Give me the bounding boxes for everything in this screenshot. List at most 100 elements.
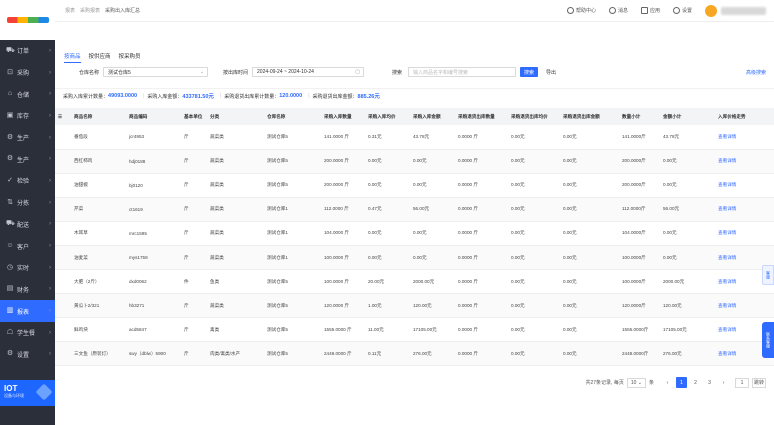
table-cell: 0.00元: [563, 350, 577, 356]
page-button[interactable]: 3: [704, 377, 715, 388]
page-size-select[interactable]: 10 ⌄: [626, 377, 646, 388]
page-button[interactable]: 2: [690, 377, 701, 388]
clock-icon: ◷: [6, 263, 14, 271]
next-page-button[interactable]: ›: [718, 377, 729, 388]
breadcrumb-item[interactable]: 报表: [65, 7, 75, 14]
sidebar-item[interactable]: ☺ 客户 ›: [0, 235, 55, 257]
jump-button[interactable]: 跳转: [752, 377, 766, 388]
table-row[interactable]: 大肥（2斤） dxd0062 件 鱼类 测试仓库5 100.0000 斤 20.00元 200…: [55, 270, 774, 294]
sidebar-item[interactable]: ▥ 报表 ›: [0, 300, 55, 322]
table-cell: 蔬菜类: [210, 182, 224, 188]
table-cell: 蔬菜类: [210, 254, 224, 260]
summary-value: 120.0000: [279, 93, 303, 99]
sidebar-item[interactable]: ⚙ 设置 ›: [0, 344, 55, 366]
sidebar-item-label: 学生餐: [17, 331, 36, 338]
table-cell: 斤: [184, 182, 189, 188]
table-cell: 0.00元: [563, 206, 577, 212]
factory-icon: ⚙: [6, 133, 14, 141]
table-cell: 斤: [184, 206, 189, 212]
sidebar-item[interactable]: ⚙ 生产 ›: [0, 127, 55, 149]
table-cell: 斤: [184, 158, 189, 164]
sidebar-item[interactable]: ⇅ 分拣 ›: [0, 192, 55, 214]
sidebar-item[interactable]: ☖ 学生餐 ›: [0, 322, 55, 344]
table-row[interactable]: 木耳草 mrc1595 斤 蔬菜类 测试仓库1 104.0000 斤 0.00元 0.00元 0…: [55, 221, 774, 246]
sidebar-item[interactable]: ⛟ 订单 ›: [0, 40, 55, 62]
breadcrumb-item[interactable]: 采购报表: [80, 7, 100, 14]
export-button[interactable]: 导出: [546, 69, 556, 76]
table-row[interactable]: 芹菜 ct1619 斤 蔬菜类 测试仓库1 112.0000 斤 0.47元 56.00元 0.…: [55, 197, 774, 222]
table-cell: 测试仓库5: [267, 278, 288, 284]
view-detail-link[interactable]: 查看详情: [715, 173, 774, 197]
setting-button[interactable]: 设置: [672, 7, 692, 14]
setting-label: 设置: [681, 8, 692, 14]
table-cell: 斤: [184, 133, 189, 139]
table-cell: 0.00元: [563, 254, 577, 260]
table-cell: 100.0000斤: [622, 254, 646, 260]
view-detail-link[interactable]: 查看详情: [715, 294, 774, 318]
contact-support-tab[interactable]: 联系客服: [762, 322, 774, 358]
table-cell: 104.0000斤: [622, 230, 646, 236]
view-detail-link[interactable]: 查看详情: [715, 221, 774, 245]
table-row[interactable]: 番茄段 jcr4953 斤 蔬菜类 测试仓库5 141.0000 斤 0.31元 43.78元…: [55, 125, 774, 150]
table-cell: 200.0000 斤: [324, 158, 350, 164]
view-detail-link[interactable]: 查看详情: [715, 125, 774, 149]
column-header: 采购退货出库金额: [563, 113, 600, 119]
table-cell: 油麦菜: [74, 254, 88, 260]
sidebar-item[interactable]: ⊡ 采购 ›: [0, 62, 55, 84]
chevron-right-icon: ›: [49, 156, 51, 163]
table-cell: 0.00元: [511, 182, 525, 188]
help-button[interactable]: 帮助中心: [566, 7, 596, 14]
table-row[interactable]: 鲜鸡块 acd5847 斤 禽类 测试仓库5 1555.0000 斤 11.00元 17105…: [55, 318, 774, 342]
view-detail-link[interactable]: 查看详情: [715, 149, 774, 173]
table-cell: 56.00元: [663, 206, 680, 212]
date-range-picker[interactable]: 2024-09-24 ~ 2024-10-24 ▢: [252, 67, 365, 77]
iot-banner[interactable]: IOT 设备与环境: [0, 380, 55, 406]
column-header: 商品名称: [74, 113, 93, 119]
page-button[interactable]: 1: [676, 377, 687, 388]
sidebar-item[interactable]: ⛟ 配送 ›: [0, 214, 55, 236]
table-cell: 斤: [184, 302, 189, 308]
table-cell: 蔬菜类: [210, 133, 224, 139]
sidebar-item[interactable]: ⚙ 生产 ›: [0, 148, 55, 170]
table-cell: 0.00元: [563, 302, 577, 308]
avatar[interactable]: [705, 4, 717, 17]
sidebar-item[interactable]: ✓ 检验 ›: [0, 170, 55, 192]
sidebar-item-label: 客户: [17, 244, 30, 251]
table-cell: swy（dblw）5900: [129, 350, 166, 356]
breadcrumb-current: 采购出入库汇总: [105, 8, 141, 14]
tab-by-buyer[interactable]: 按采购员: [119, 52, 141, 63]
sidebar-item[interactable]: ▤ 财务 ›: [0, 279, 55, 301]
app-button[interactable]: 应用: [640, 7, 660, 14]
logo[interactable]: [0, 0, 55, 40]
table-cell: 120.0000 斤: [324, 302, 350, 308]
notice-button[interactable]: 消息: [608, 7, 628, 14]
tab-by-supplier[interactable]: 按供应商: [89, 52, 111, 63]
table-row[interactable]: 西红柿鸡 hdj0188 斤 蔬菜类 测试仓库5 200.0000 斤 0.00元 0.00元…: [55, 149, 774, 174]
table-cell: 2000.00元: [663, 278, 685, 284]
table-cell: 0.00元: [511, 278, 525, 284]
search-button[interactable]: 搜索: [520, 67, 539, 77]
table-row[interactable]: 黄瓜卜2/321 hb3271 斤 蔬菜类 测试仓库5 120.0000 斤 1.00元 12…: [55, 293, 774, 318]
column-settings-icon[interactable]: ☰: [55, 108, 71, 125]
truck-icon: ⛟: [6, 220, 15, 228]
jump-input[interactable]: 1: [735, 377, 749, 388]
sidebar-item[interactable]: ⌂ 仓储 ›: [0, 83, 55, 105]
table-row[interactable]: 油甜椒 bj0120 斤 蔬菜类 测试仓库5 200.0000 斤 0.00元 0.00元 0.…: [55, 173, 774, 198]
user-name-blurred[interactable]: [721, 6, 766, 15]
table-row[interactable]: 油麦菜 mys1759 斤 蔬菜类 测试仓库1 100.0000 斤 0.00元 0.00元 0…: [55, 245, 774, 270]
warehouse-select[interactable]: 测试仓库5 ⌄: [103, 67, 209, 77]
table-cell: 禽类: [210, 326, 220, 332]
sidebar-item-label: 库存: [17, 114, 30, 121]
prev-page-button[interactable]: ‹: [662, 377, 673, 388]
chevron-right-icon: ›: [49, 199, 51, 206]
search-input[interactable]: 输入商品名字和编号搜索: [408, 67, 517, 77]
table-cell: 0.00元: [511, 254, 525, 260]
customer-service-tab[interactable]: 客服: [762, 265, 774, 285]
advanced-search-link[interactable]: 高级搜索: [746, 69, 766, 76]
table-row[interactable]: 三文鱼（原装灯） swy（dblw）5900 斤 肉类/禽类/水产 测试仓库5 2448.…: [55, 341, 774, 366]
sidebar-item[interactable]: ▣ 库存 ›: [0, 105, 55, 127]
table-cell: 0.0000 斤: [458, 350, 478, 356]
sidebar-item[interactable]: ◷ 实时 ›: [0, 257, 55, 279]
view-detail-link[interactable]: 查看详情: [715, 197, 774, 221]
tab-by-goods[interactable]: 按商品: [64, 52, 81, 63]
